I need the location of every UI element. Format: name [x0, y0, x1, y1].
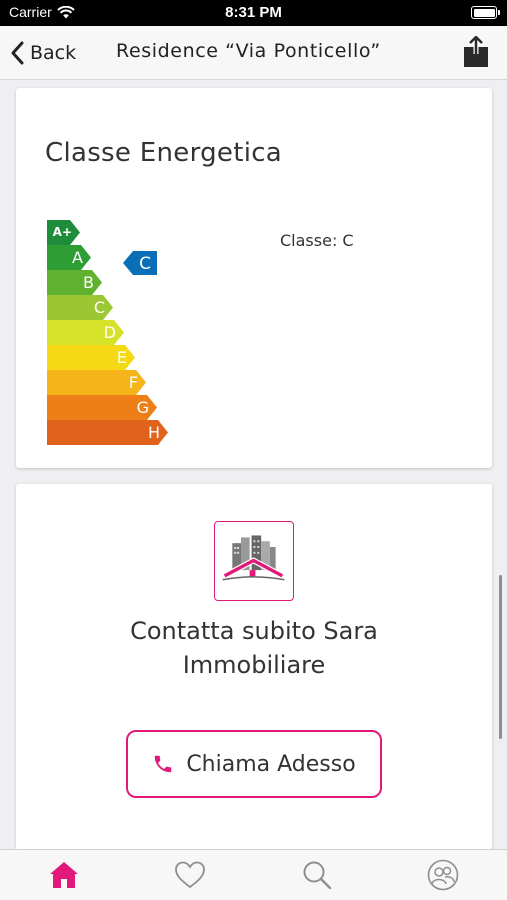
energy-bar-label: G	[136, 398, 149, 417]
status-bar: Carrier 8:31 PM	[0, 0, 507, 26]
energy-bar-label: B	[83, 273, 94, 292]
scrollbar[interactable]	[499, 575, 502, 739]
energy-bar-label: E	[116, 348, 127, 367]
contact-line-1: Contatta subito Sara	[130, 617, 378, 645]
back-button[interactable]: Back	[10, 38, 76, 68]
contact-line-2: Immobiliare	[182, 651, 326, 679]
page-title: Residence “Via Ponticello”	[116, 40, 381, 62]
contact-card: Contatta subito Sara Immobiliare Chiama …	[16, 484, 492, 850]
energy-bar-label: H	[147, 423, 160, 442]
phone-icon	[155, 755, 172, 773]
back-label: Back	[30, 42, 77, 64]
current-class-letter: C	[139, 254, 151, 274]
logo-graphic	[222, 535, 285, 581]
home-icon[interactable]	[47, 858, 81, 892]
chevron-left-icon	[11, 41, 24, 65]
energy-card: Classe Energetica A+ A B C D E F G H Classe: C C	[16, 88, 492, 468]
energy-bar-label: F	[128, 373, 138, 392]
tab-bar	[0, 849, 507, 900]
search-icon[interactable]	[300, 858, 334, 892]
battery-icon	[471, 6, 500, 19]
call-now-button[interactable]: Chiama Adesso	[126, 730, 382, 798]
call-now-label: Chiama Adesso	[186, 751, 356, 777]
heart-icon[interactable]	[173, 858, 207, 892]
clock: 8:31 PM	[225, 4, 282, 21]
energy-class-value: Classe: C	[280, 231, 354, 250]
energy-bar-label: A	[72, 248, 83, 267]
contact-message: Contatta subito Sara Immobiliare	[16, 614, 492, 682]
energy-title: Classe Energetica	[45, 138, 283, 168]
current-class-indicator: C	[123, 251, 157, 275]
users-icon[interactable]	[426, 858, 460, 892]
energy-bar-label: D	[103, 323, 116, 342]
energy-bar-label: C	[93, 298, 105, 317]
energy-scale: A+ A B C D E F G H	[47, 220, 177, 446]
buildings-house-logo	[214, 521, 294, 601]
navigation-bar: Back Residence “Via Ponticello”	[0, 26, 507, 80]
energy-bar-label: A+	[52, 225, 72, 239]
share-icon[interactable]	[463, 36, 489, 68]
